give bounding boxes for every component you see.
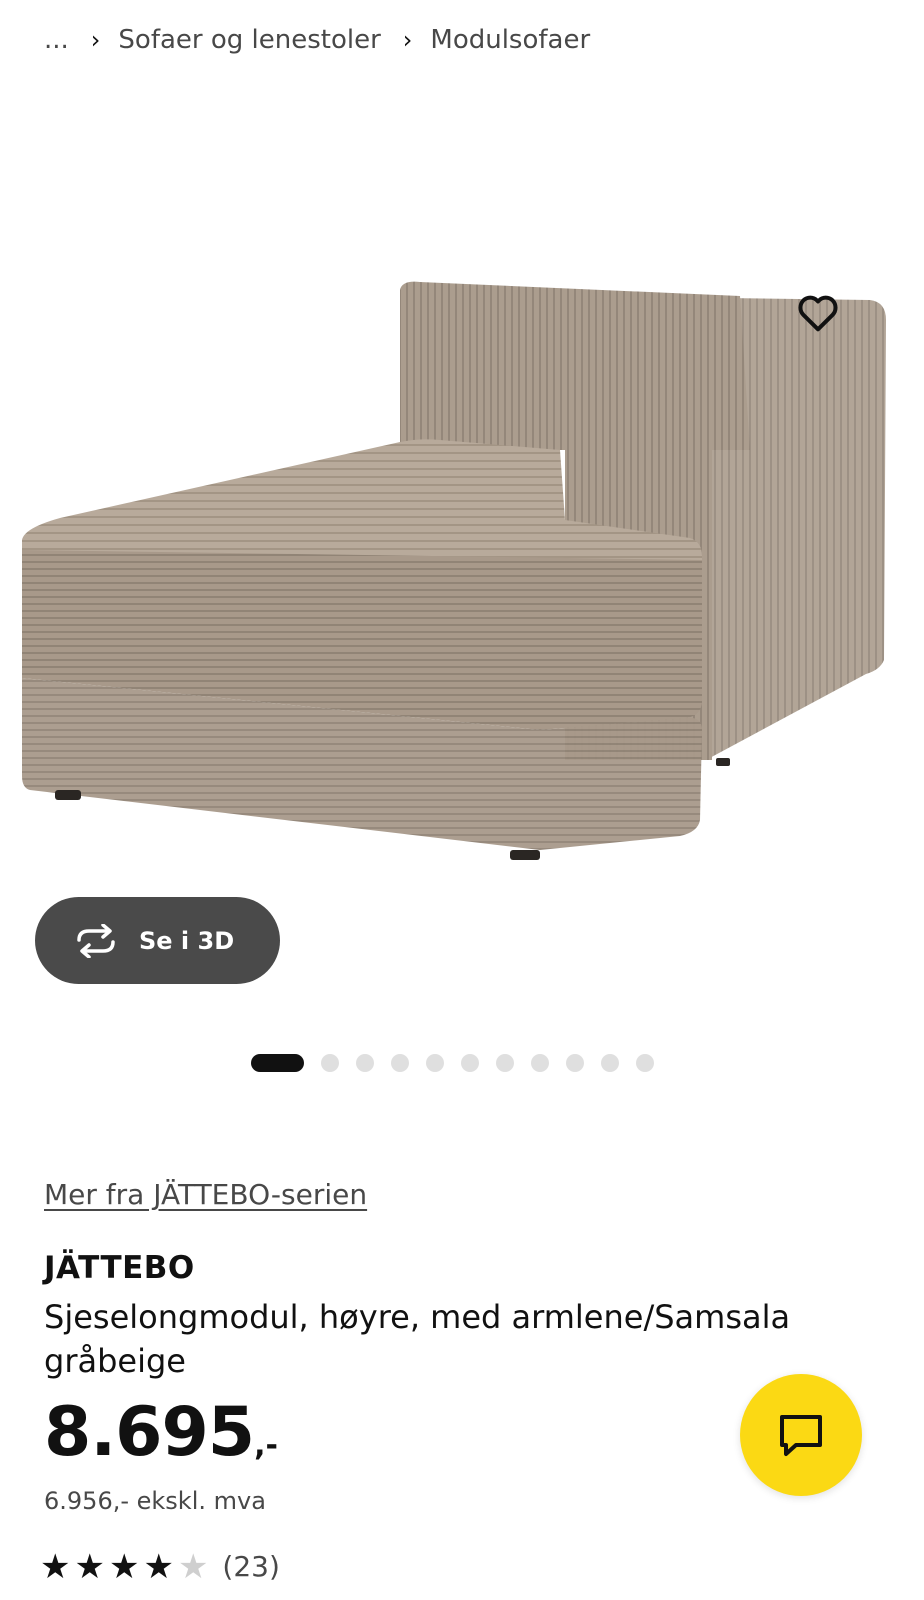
product-name: JÄTTEBO <box>44 1250 195 1286</box>
chevron-right-icon: › <box>90 26 101 54</box>
chevron-right-icon: › <box>402 26 413 54</box>
star-icon: ★ <box>40 1547 71 1587</box>
price-excl-vat: 6.956,- ekskl. mva <box>44 1487 266 1515</box>
breadcrumb-item-sofaer[interactable]: Sofaer og lenestoler <box>118 25 380 55</box>
star-empty-icon: ★ <box>177 1547 209 1587</box>
product-price: 8.695 ,- <box>44 1393 278 1472</box>
view-3d-label: Se i 3D <box>139 926 235 955</box>
carousel-dot-10[interactable] <box>601 1054 619 1072</box>
carousel-dot-5[interactable] <box>426 1054 444 1072</box>
series-link[interactable]: Mer fra JÄTTEBO-serien <box>44 1178 367 1211</box>
rating[interactable]: ★ ★ ★ ★ ★ (23) <box>40 1550 280 1584</box>
carousel-dot-2[interactable] <box>321 1054 339 1072</box>
carousel-dot-3[interactable] <box>356 1054 374 1072</box>
star-icon: ★ <box>108 1547 140 1587</box>
breadcrumb: ... › Sofaer og lenestoler › Modulsofaer <box>44 22 590 58</box>
chat-icon <box>780 1415 822 1456</box>
star-icon: ★ <box>143 1547 174 1587</box>
product-gallery[interactable] <box>0 110 924 910</box>
star-icon: ★ <box>74 1547 105 1587</box>
carousel-dot-6[interactable] <box>461 1054 479 1072</box>
chat-button[interactable] <box>740 1374 862 1496</box>
carousel-dot-4[interactable] <box>391 1054 409 1072</box>
price-main: 8.695 <box>44 1393 255 1472</box>
breadcrumb-item-modulsofaer[interactable]: Modulsofaer <box>430 25 590 55</box>
product-image[interactable] <box>0 260 924 880</box>
carousel-dot-7[interactable] <box>496 1054 514 1072</box>
price-suffix: ,- <box>254 1428 278 1463</box>
review-count: (23) <box>222 1550 280 1583</box>
carousel-dot-1[interactable] <box>251 1054 304 1072</box>
carousel-dot-9[interactable] <box>566 1054 584 1072</box>
rotate-icon <box>77 923 115 958</box>
carousel-indicator <box>251 1053 671 1073</box>
carousel-dot-8[interactable] <box>531 1054 549 1072</box>
view-3d-button[interactable]: Se i 3D <box>35 897 280 984</box>
heart-icon <box>798 295 838 332</box>
product-description: Sjeselongmodul, høyre, med armlene/Samsa… <box>44 1298 791 1380</box>
breadcrumb-ellipsis[interactable]: ... <box>44 25 69 55</box>
carousel-dot-11[interactable] <box>636 1054 654 1072</box>
favourite-button[interactable] <box>792 286 844 338</box>
